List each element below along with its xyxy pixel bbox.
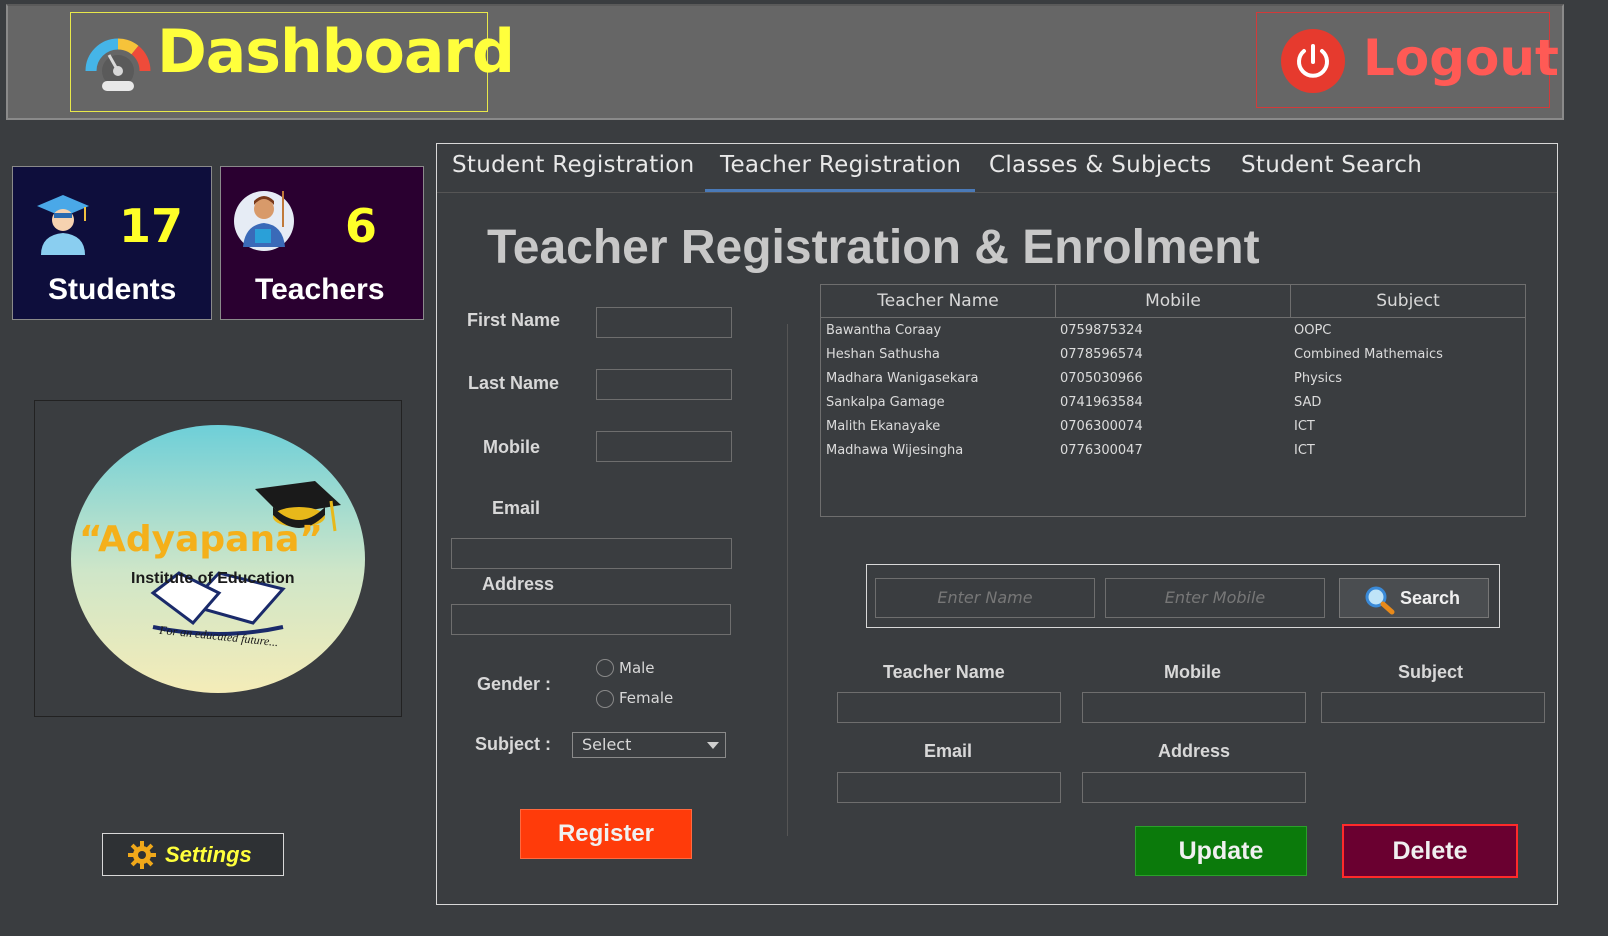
- teacher-icon: [234, 191, 294, 251]
- table-row[interactable]: Sankalpa Gamage 0741963584 SAD: [821, 393, 1525, 417]
- table-cell: 0778596574: [1060, 347, 1143, 362]
- dashboard-title-box: Dashboard: [70, 12, 515, 112]
- table-cell: 0705030966: [1060, 371, 1143, 386]
- students-label: Students: [48, 273, 177, 306]
- tab-classes-subjects[interactable]: Classes & Subjects: [989, 152, 1212, 178]
- active-tab-indicator: [705, 189, 975, 192]
- gender-male-radio[interactable]: [596, 659, 614, 677]
- table-header-teacher-name[interactable]: Teacher Name: [821, 285, 1056, 318]
- table-row[interactable]: Madhara Wanigasekara 0705030966 Physics: [821, 369, 1525, 393]
- table-cell: 0741963584: [1060, 395, 1143, 410]
- table-cell: SAD: [1294, 395, 1322, 410]
- table-row[interactable]: Bawantha Coraay 0759875324 OOPC: [821, 321, 1525, 345]
- edit-address-field[interactable]: [1082, 772, 1306, 803]
- magnifier-icon: [1365, 586, 1395, 615]
- email-label: Email: [492, 498, 541, 518]
- graduate-icon: [37, 195, 89, 255]
- table-header-subject[interactable]: Subject: [1291, 285, 1525, 318]
- edit-subject-label: Subject: [1398, 662, 1464, 682]
- form-title: Teacher Registration & Enrolment: [487, 221, 1260, 274]
- first-name-field[interactable]: [596, 307, 732, 338]
- table-cell: Madhara Wanigasekara: [826, 371, 979, 386]
- table-row[interactable]: Madhawa Wijesingha 0776300047 ICT: [821, 441, 1525, 465]
- edit-mobile-field[interactable]: [1082, 692, 1306, 723]
- edit-mobile-label: Mobile: [1164, 662, 1221, 682]
- edit-address-label: Address: [1158, 741, 1231, 761]
- teachers-count: 6: [345, 199, 378, 253]
- mobile-field[interactable]: [596, 431, 732, 462]
- tab-student-registration[interactable]: Student Registration: [452, 152, 695, 178]
- email-field[interactable]: [451, 538, 732, 569]
- gender-female-radio[interactable]: [596, 690, 614, 708]
- settings-button[interactable]: Settings: [102, 833, 284, 876]
- table-cell: Bawantha Coraay: [826, 323, 942, 338]
- institute-logo-panel: “Adyapana” Institute of Education For an…: [34, 400, 402, 717]
- gender-female-label: Female: [619, 689, 674, 707]
- tab-teacher-registration[interactable]: Teacher Registration: [720, 152, 961, 178]
- gender-male-label: Male: [619, 659, 655, 677]
- tab-student-search[interactable]: Student Search: [1241, 152, 1422, 178]
- address-field[interactable]: [451, 604, 731, 635]
- main-panel: Student Registration Teacher Registratio…: [436, 143, 1558, 905]
- search-label: Search: [1400, 588, 1461, 608]
- first-name-label: First Name: [467, 310, 561, 330]
- table-cell: 0776300047: [1060, 443, 1143, 458]
- last-name-field[interactable]: [596, 369, 732, 400]
- subject-label: Subject :: [475, 734, 552, 754]
- search-mobile-input[interactable]: Enter Mobile: [1105, 578, 1325, 618]
- teachers-label: Teachers: [255, 273, 385, 306]
- mobile-label: Mobile: [483, 437, 540, 457]
- edit-email-label: Email: [924, 741, 973, 761]
- table-cell: Madhawa Wijesingha: [826, 443, 964, 458]
- search-bar: Enter Name Enter Mobile Search: [866, 564, 1500, 628]
- gender-label: Gender :: [477, 674, 552, 694]
- table-cell: Heshan Sathusha: [826, 347, 940, 362]
- search-button[interactable]: Search: [1339, 578, 1489, 618]
- update-button[interactable]: Update: [1135, 826, 1307, 876]
- logout-label: Logout: [1363, 29, 1559, 87]
- teachers-table: Teacher Name Mobile Subject Bawantha Cor…: [820, 284, 1526, 517]
- last-name-label: Last Name: [468, 373, 560, 393]
- table-row[interactable]: Malith Ekanayake 0706300074 ICT: [821, 417, 1525, 441]
- table-cell: Sankalpa Gamage: [826, 395, 945, 410]
- page-title: Dashboard: [157, 17, 515, 87]
- table-header-mobile[interactable]: Mobile: [1056, 285, 1291, 318]
- subject-select[interactable]: Select: [572, 732, 726, 758]
- tab-bar: Student Registration Teacher Registratio…: [437, 144, 1557, 193]
- table-cell: ICT: [1294, 419, 1315, 434]
- search-name-input[interactable]: Enter Name: [875, 578, 1095, 618]
- form-divider: [787, 324, 788, 836]
- students-count: 17: [119, 199, 184, 253]
- settings-label: Settings: [165, 842, 252, 867]
- power-icon: [1281, 29, 1345, 93]
- edit-email-field[interactable]: [837, 772, 1061, 803]
- subject-select-value: Select: [582, 735, 632, 754]
- table-cell: ICT: [1294, 443, 1315, 458]
- edit-teacher-name-field[interactable]: [837, 692, 1061, 723]
- table-cell: Combined Mathemaics: [1294, 347, 1443, 362]
- institute-subtitle: Institute of Education: [131, 570, 295, 587]
- institute-name: “Adyapana”: [79, 519, 324, 560]
- edit-subject-field[interactable]: [1321, 692, 1545, 723]
- speedometer-icon: [85, 38, 151, 91]
- edit-teacher-name-label: Teacher Name: [883, 662, 1005, 682]
- table-cell: Malith Ekanayake: [826, 419, 941, 434]
- students-count-card: 17 Students: [12, 166, 212, 320]
- table-cell: 0706300074: [1060, 419, 1143, 434]
- logout-button[interactable]: Logout: [1256, 12, 1559, 108]
- gear-icon: [128, 841, 156, 869]
- table-cell: 0759875324: [1060, 323, 1143, 338]
- register-button[interactable]: Register: [520, 809, 692, 859]
- table-cell: OOPC: [1294, 323, 1332, 338]
- table-row[interactable]: Heshan Sathusha 0778596574 Combined Math…: [821, 345, 1525, 369]
- address-label: Address: [482, 574, 555, 594]
- table-cell: Physics: [1294, 371, 1343, 386]
- delete-button[interactable]: Delete: [1342, 824, 1518, 878]
- chevron-down-icon: [707, 742, 719, 749]
- teachers-count-card: 6 Teachers: [220, 166, 424, 320]
